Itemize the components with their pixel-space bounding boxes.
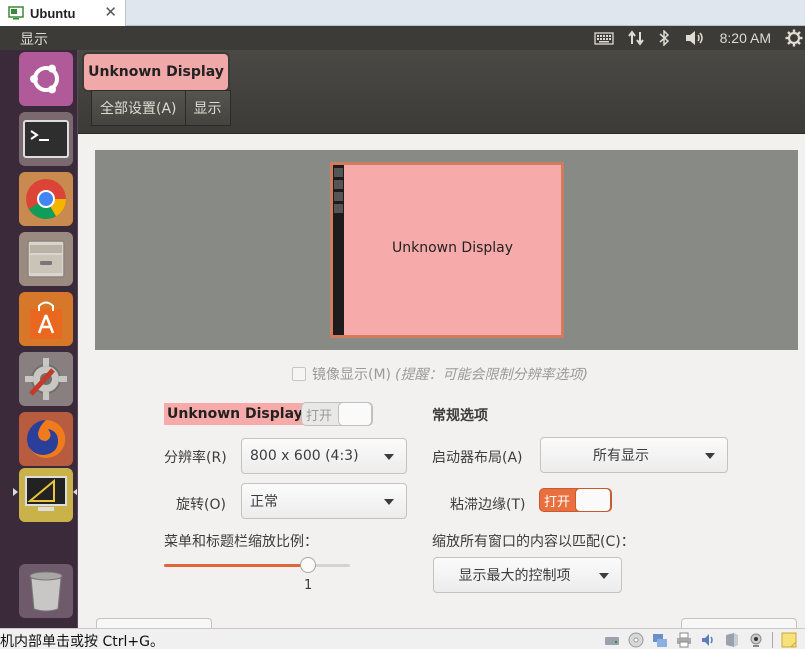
ubuntu-logo-icon [30,64,59,94]
file-cabinet-icon [27,240,65,278]
rotation-value: 正常 [250,494,278,510]
scale-slider[interactable] [164,564,350,567]
launcher-layout-label: 启动器布局(A) [432,450,523,466]
launcher-preview-strip [333,165,344,335]
trash-icon [29,571,63,612]
monitor-preview-label: Unknown Display [391,240,514,256]
chevron-down-icon [599,573,609,579]
display-adapter-icon[interactable] [724,632,740,648]
scale-slider-knob[interactable] [300,557,316,573]
launcher-item-chrome[interactable] [19,172,73,226]
close-icon[interactable]: ✕ [104,3,117,21]
rotation-label: 旋转(O) [176,497,226,513]
vm-tab-bar: Ubuntu ✕ [0,0,805,26]
mirror-hint: (提醒：可能会限制分辨率选项) [395,367,588,383]
top-panel: 显示 8:20 AM [0,26,805,50]
launcher-item-system-settings[interactable] [19,352,73,406]
sticky-switch-label: 打开 [544,494,571,510]
volume-icon[interactable] [684,30,706,46]
chevron-down-icon [384,454,394,460]
breadcrumb: 全部设置(A) 显示 [91,90,231,126]
chevron-down-icon [705,453,715,459]
clock[interactable]: 8:20 AM [720,30,771,46]
display-tooltip: Unknown Display [82,52,230,92]
status-separator [772,632,773,648]
vm-tab-title: Ubuntu [30,5,76,21]
gear-icon[interactable] [785,29,803,47]
resolution-value: 800 x 600 (4:3) [250,448,359,464]
mirror-displays-option: 镜像显示(M) (提醒：可能会限制分辨率选项) [292,364,588,384]
display-switch-label: 打开 [306,408,333,424]
monitor-icon [25,476,67,511]
app-title: 显示 [20,32,48,48]
scale-slider-fill [164,564,308,567]
terminal-icon [23,120,69,158]
chrome-icon [26,179,66,219]
vm-tab-ubuntu[interactable]: Ubuntu ✕ [0,0,126,26]
chevron-down-icon [384,499,394,505]
launcher-item-displays[interactable] [19,468,73,522]
network-icon[interactable] [627,30,644,46]
switch-knob [575,488,611,512]
sticky-edges-switch[interactable]: 打开 [539,488,612,512]
launcher-item-terminal[interactable] [19,112,73,166]
resolution-label: 分辨率(R) [164,450,227,466]
shopping-bag-icon [30,301,62,339]
scale-value: 1 [304,578,313,593]
monitor-preview[interactable]: Unknown Display [330,162,564,338]
vm-status-hint: 机内部单击或按 Ctrl+G。 [0,634,164,649]
launcher-layout-value: 所有显示 [593,448,649,464]
vm-status-bar: 机内部单击或按 Ctrl+G。 [0,628,805,649]
settings-wrench-icon [25,358,67,400]
bluetooth-icon[interactable] [658,30,670,46]
sticky-edges-label: 粘滞边缘(T) [450,497,526,513]
scale-all-select[interactable]: 显示最大的控制项 [433,557,622,593]
focus-indicator [73,488,78,496]
launcher-item-files[interactable] [19,232,73,286]
scale-all-value: 显示最大的控制项 [458,568,571,584]
keyboard-icon[interactable] [593,31,614,45]
launcher-layout-select[interactable]: 所有显示 [540,437,728,473]
general-options-title: 常规选项 [432,408,488,424]
mirror-label: 镜像显示(M) [312,367,392,383]
system-tray: 8:20 AM [580,26,805,50]
launcher-item-ubuntu-dash[interactable] [19,52,73,106]
vm-icon [8,6,24,20]
switch-knob [338,402,372,426]
scale-all-label: 缩放所有窗口的内容以匹配(C)： [432,534,635,550]
hard-disk-icon[interactable] [604,632,620,648]
scale-label: 菜单和标题栏缩放比例： [164,534,318,550]
cd-icon[interactable] [628,632,644,648]
webcam-icon[interactable] [748,632,764,648]
resolution-select[interactable]: 800 x 600 (4:3) [241,438,407,474]
breadcrumb-all-settings[interactable]: 全部设置(A) [91,90,186,126]
active-indicator [13,488,18,496]
launcher-item-software-center[interactable] [19,292,73,346]
display-power-switch[interactable]: 打开 [301,402,373,426]
firefox-icon [27,419,66,458]
printer-icon[interactable] [676,632,692,648]
vm-device-icons [604,631,805,649]
rotation-select[interactable]: 正常 [241,483,407,519]
network-adapter-icon[interactable] [652,632,668,648]
display-name: Unknown Display [164,403,306,425]
message-icon[interactable] [781,632,797,648]
launcher [0,50,78,628]
launcher-item-firefox[interactable] [19,412,73,466]
sound-card-icon[interactable] [700,632,716,648]
mirror-checkbox[interactable] [292,367,306,381]
breadcrumb-display[interactable]: 显示 [185,90,231,126]
launcher-item-trash[interactable] [19,564,73,618]
